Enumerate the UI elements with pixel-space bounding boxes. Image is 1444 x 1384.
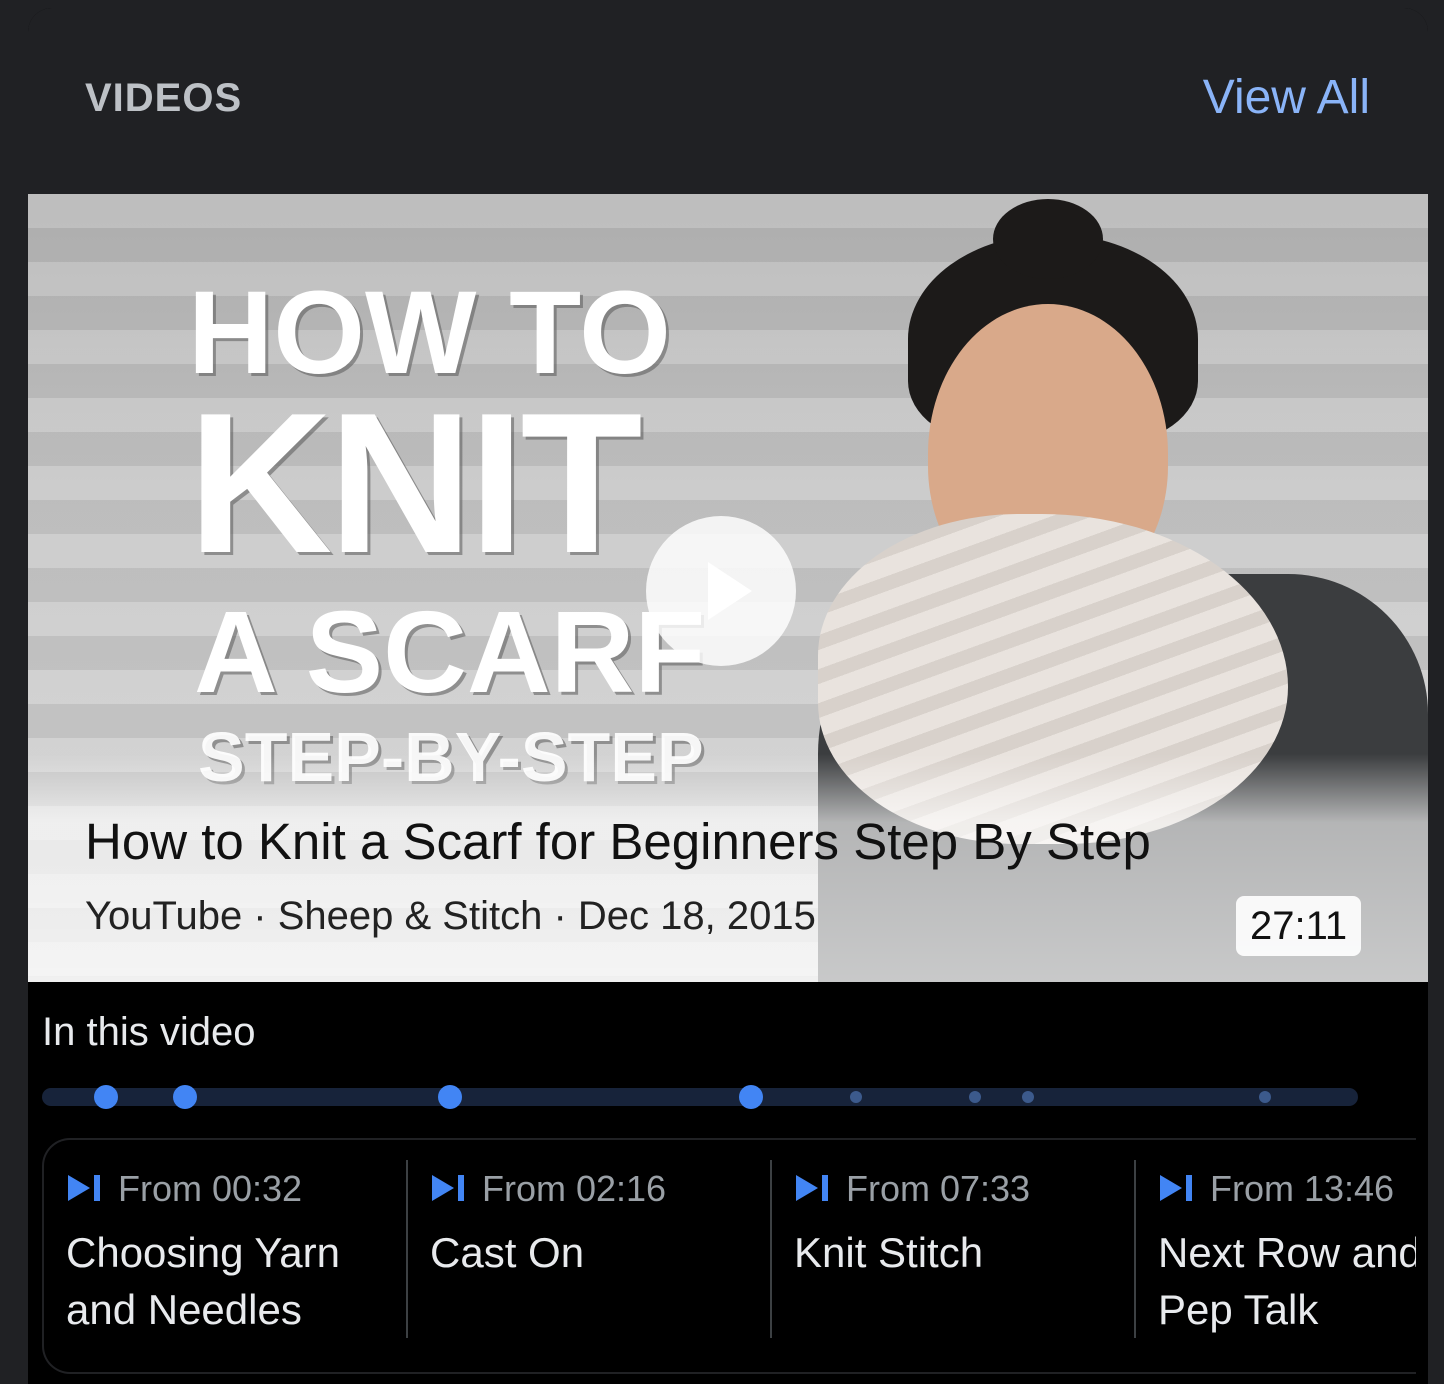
chapter-item[interactable]: From 13:46 Next Row and Pep Talk bbox=[1136, 1140, 1416, 1372]
chapter-title-line: Knit Stitch bbox=[794, 1229, 984, 1276]
section-title: VIDEOS bbox=[85, 76, 243, 120]
card-header: VIDEOS View All bbox=[28, 8, 1428, 194]
view-all-link[interactable]: View All bbox=[1203, 70, 1370, 125]
timeline-marker[interactable] bbox=[173, 1085, 197, 1109]
timeline-marker[interactable] bbox=[438, 1085, 462, 1109]
chapter-timeline[interactable] bbox=[42, 1085, 1358, 1109]
chapter-title: Next Row and Pep Talk bbox=[1158, 1224, 1416, 1338]
timeline-marker-minor[interactable] bbox=[850, 1091, 862, 1103]
timeline-marker-minor[interactable] bbox=[1259, 1091, 1271, 1103]
thumbnail-caption-line: KNIT bbox=[188, 372, 643, 595]
video-meta: YouTube · Sheep & Stitch · Dec 18, 2015 bbox=[85, 894, 816, 938]
chapter-title-line: Cast On bbox=[430, 1229, 585, 1276]
timeline-marker-minor[interactable] bbox=[969, 1091, 981, 1103]
play-button[interactable] bbox=[646, 516, 796, 666]
play-icon bbox=[708, 562, 752, 620]
skip-to-icon bbox=[1160, 1175, 1192, 1202]
skip-to-icon bbox=[796, 1175, 828, 1202]
timeline-marker[interactable] bbox=[94, 1085, 118, 1109]
thumbnail-person-bun bbox=[993, 199, 1103, 279]
timeline-marker-minor[interactable] bbox=[1022, 1091, 1034, 1103]
skip-to-icon bbox=[432, 1175, 464, 1202]
chapter-time: From 07:33 bbox=[794, 1168, 1030, 1210]
thumbnail-caption-line: A SCARF bbox=[194, 587, 706, 717]
chapter-title-line: Pep Talk bbox=[1158, 1286, 1319, 1333]
chapter-time-label: From 07:33 bbox=[846, 1168, 1031, 1209]
skip-to-icon bbox=[68, 1175, 100, 1202]
chapter-time: From 00:32 bbox=[66, 1168, 302, 1210]
chapter-title-line: Choosing Yarn bbox=[66, 1229, 340, 1276]
chapter-time-label: From 13:46 bbox=[1210, 1168, 1395, 1209]
chapter-item[interactable]: From 02:16 Cast On bbox=[408, 1140, 772, 1372]
chapter-time: From 13:46 bbox=[1158, 1168, 1394, 1210]
video-title[interactable]: How to Knit a Scarf for Beginners Step B… bbox=[85, 812, 1151, 871]
chapter-list: From 00:32 Choosing Yarn and Needles Fro… bbox=[42, 1138, 1416, 1374]
chapter-title-line: and Needles bbox=[66, 1286, 302, 1333]
chapter-time-label: From 00:32 bbox=[118, 1168, 303, 1209]
chapter-title: Cast On bbox=[430, 1224, 760, 1281]
video-thumbnail[interactable]: HOW TO KNIT A SCARF STEP-BY-STEP How to … bbox=[28, 194, 1428, 982]
chapter-title-line: Next Row and bbox=[1158, 1229, 1416, 1276]
timeline-marker[interactable] bbox=[739, 1085, 763, 1109]
chapter-title: Choosing Yarn and Needles bbox=[66, 1224, 396, 1338]
chapter-item[interactable]: From 07:33 Knit Stitch bbox=[772, 1140, 1136, 1372]
chapter-item[interactable]: From 00:32 Choosing Yarn and Needles bbox=[44, 1140, 408, 1372]
chapters-heading: In this video bbox=[42, 1010, 256, 1054]
chapter-time-label: From 02:16 bbox=[482, 1168, 667, 1209]
duration-badge: 27:11 bbox=[1236, 896, 1362, 956]
chapter-title: Knit Stitch bbox=[794, 1224, 1124, 1281]
chapter-time: From 02:16 bbox=[430, 1168, 666, 1210]
